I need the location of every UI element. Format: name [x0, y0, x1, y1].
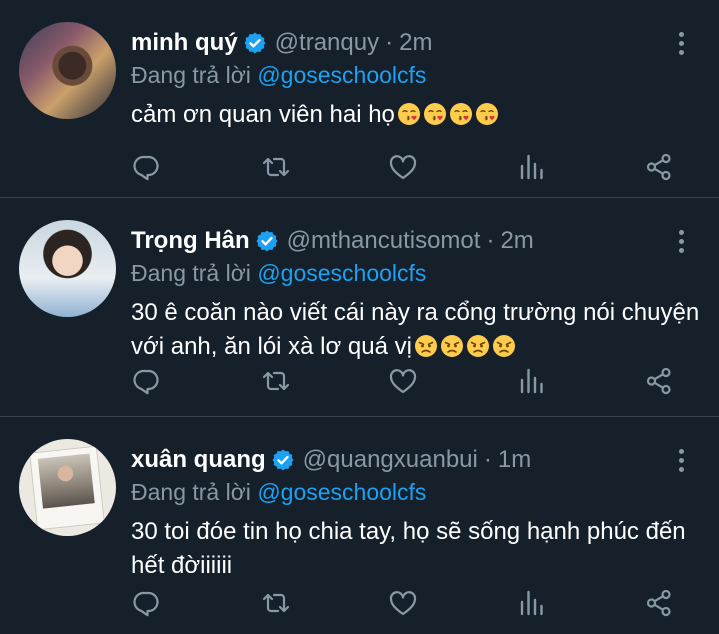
share-button[interactable]: [644, 366, 674, 396]
reply-mention-link[interactable]: @goseschoolcfs: [257, 62, 426, 88]
kissing-heart-emoji-icon: [397, 102, 421, 126]
heart-icon: [388, 366, 418, 396]
share-button[interactable]: [644, 588, 674, 618]
analytics-button[interactable]: [517, 366, 547, 396]
tweet-text: 30 toi đóe tin họ chia tay, họ sẽ sống h…: [131, 515, 701, 583]
more-vertical-icon[interactable]: [678, 449, 686, 475]
timestamp[interactable]: 1m: [498, 445, 531, 475]
share-icon: [644, 152, 674, 182]
avatar[interactable]: [19, 220, 116, 317]
like-button[interactable]: [388, 152, 418, 182]
reply-button[interactable]: [131, 152, 161, 182]
tweet-text-content: cảm ơn quan viên hai họ: [131, 101, 395, 128]
verified-badge-icon: [255, 229, 279, 253]
retweet-button[interactable]: [261, 366, 291, 396]
more-vertical-icon[interactable]: [678, 32, 686, 58]
reply-prefix: Đang trả lời: [131, 260, 251, 286]
handle[interactable]: @mthancutisomot: [287, 226, 481, 256]
reply-prefix: Đang trả lời: [131, 479, 251, 505]
analytics-icon: [517, 366, 547, 396]
separator: ·: [486, 227, 495, 254]
kissing-heart-emoji-icon: [475, 102, 499, 126]
reply-button[interactable]: [131, 366, 161, 396]
reply-mention-link[interactable]: @goseschoolcfs: [257, 260, 426, 286]
display-name[interactable]: Trọng Hân: [131, 226, 250, 256]
tweet[interactable]: xuân quang @quangxuanbui · 1m Đang trả l…: [0, 417, 719, 634]
verified-badge-icon: [243, 31, 267, 55]
tweet-text: cảm ơn quan viên hai họ: [131, 98, 701, 132]
more-vertical-icon[interactable]: [678, 230, 686, 256]
avatar[interactable]: [19, 439, 116, 536]
reply-button[interactable]: [131, 588, 161, 618]
tweet-text: 30 ê coăn nào viết cái này ra cổng trườn…: [131, 296, 701, 364]
angry-face-emoji-icon: [440, 334, 464, 358]
angry-face-emoji-icon: [492, 334, 516, 358]
reply-icon: [131, 588, 161, 618]
action-bar: [131, 152, 691, 184]
replying-to: Đang trả lời @goseschoolcfs: [131, 260, 426, 287]
reply-icon: [131, 366, 161, 396]
action-bar: [131, 366, 691, 398]
reply-prefix: Đang trả lời: [131, 62, 251, 88]
share-button[interactable]: [644, 152, 674, 182]
timestamp[interactable]: 2m: [500, 226, 533, 256]
tweet[interactable]: minh quý @tranquy · 2m Đang trả lời @gos…: [0, 0, 719, 198]
verified-badge-icon: [271, 448, 295, 472]
kissing-heart-emoji-icon: [449, 102, 473, 126]
tweet-header: Trọng Hân @mthancutisomot · 2m: [131, 226, 534, 256]
retweet-icon: [261, 588, 291, 618]
separator: ·: [385, 29, 394, 56]
angry-face-emoji-icon: [414, 334, 438, 358]
tweet-header: minh quý @tranquy · 2m: [131, 28, 432, 58]
analytics-button[interactable]: [517, 588, 547, 618]
handle[interactable]: @quangxuanbui: [303, 445, 478, 475]
retweet-icon: [261, 152, 291, 182]
reply-icon: [131, 152, 161, 182]
angry-face-emoji-icon: [466, 334, 490, 358]
heart-icon: [388, 152, 418, 182]
display-name[interactable]: minh quý: [131, 28, 238, 58]
timestamp[interactable]: 2m: [399, 28, 432, 58]
handle[interactable]: @tranquy: [275, 28, 379, 58]
tweet-header: xuân quang @quangxuanbui · 1m: [131, 445, 531, 475]
retweet-button[interactable]: [261, 152, 291, 182]
share-icon: [644, 366, 674, 396]
analytics-icon: [517, 588, 547, 618]
heart-icon: [388, 588, 418, 618]
tweet-text-content: 30 toi đóe tin họ chia tay, họ sẽ sống h…: [131, 518, 686, 579]
avatar[interactable]: [19, 22, 116, 119]
kissing-heart-emoji-icon: [423, 102, 447, 126]
like-button[interactable]: [388, 366, 418, 396]
replying-to: Đang trả lời @goseschoolcfs: [131, 479, 426, 506]
analytics-button[interactable]: [517, 152, 547, 182]
share-icon: [644, 588, 674, 618]
analytics-icon: [517, 152, 547, 182]
replying-to: Đang trả lời @goseschoolcfs: [131, 62, 426, 89]
retweet-icon: [261, 366, 291, 396]
display-name[interactable]: xuân quang: [131, 445, 266, 475]
tweet[interactable]: Trọng Hân @mthancutisomot · 2m Đang trả …: [0, 198, 719, 417]
reply-mention-link[interactable]: @goseschoolcfs: [257, 479, 426, 505]
like-button[interactable]: [388, 588, 418, 618]
retweet-button[interactable]: [261, 588, 291, 618]
action-bar: [131, 588, 691, 620]
separator: ·: [483, 446, 492, 473]
